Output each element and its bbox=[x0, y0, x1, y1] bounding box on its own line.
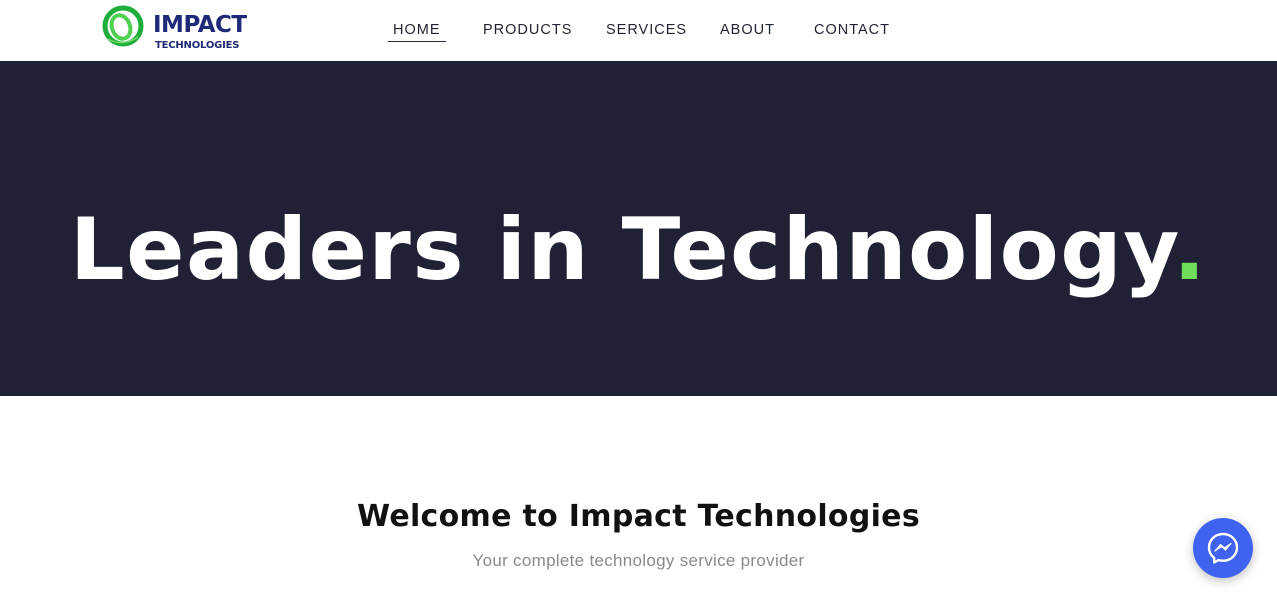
hero-banner: Leaders in Technology. bbox=[0, 61, 1277, 396]
site-header: IMPACT TECHNOLOGIES HOME PRODUCTS SERVIC… bbox=[0, 0, 1277, 61]
hero-title: Leaders in Technology. bbox=[0, 207, 1277, 293]
nav-item-contact[interactable]: CONTACT bbox=[814, 21, 890, 41]
nav-item-services[interactable]: SERVICES bbox=[606, 21, 687, 41]
messenger-icon bbox=[1207, 532, 1239, 564]
hero-accent-dot: . bbox=[1172, 200, 1208, 300]
messenger-chat-button[interactable] bbox=[1193, 518, 1253, 578]
ring-logo-icon bbox=[102, 5, 144, 47]
logo-link[interactable]: IMPACT TECHNOLOGIES bbox=[102, 5, 252, 55]
welcome-subtitle: Your complete technology service provide… bbox=[472, 551, 805, 570]
logo-subtitle: TECHNOLOGIES bbox=[155, 40, 240, 51]
hero-title-text: Leaders in Technology bbox=[69, 200, 1173, 300]
nav-item-home[interactable]: HOME bbox=[388, 21, 445, 42]
nav-item-about[interactable]: ABOUT bbox=[720, 21, 775, 41]
welcome-title: Welcome to Impact Technologies bbox=[357, 499, 920, 534]
logo-title: IMPACT bbox=[153, 12, 247, 38]
nav-item-products[interactable]: PRODUCTS bbox=[483, 21, 572, 41]
page: IMPACT TECHNOLOGIES HOME PRODUCTS SERVIC… bbox=[0, 0, 1277, 599]
